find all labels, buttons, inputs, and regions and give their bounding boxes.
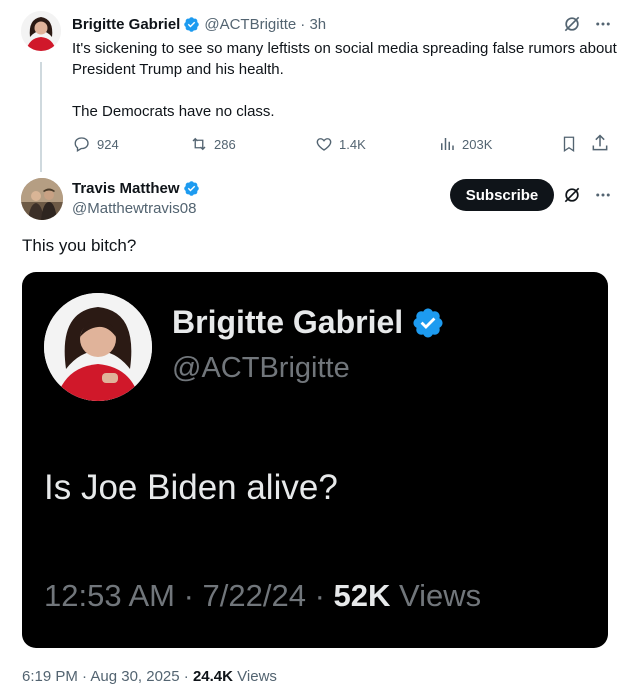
post-time[interactable]: · 3h (300, 16, 326, 33)
author-handle[interactable]: @ACTBrigitte (204, 16, 296, 33)
embedded-image[interactable]: Brigitte Gabriel @ACTBrigitte Is Joe Bid… (22, 272, 608, 648)
author-name[interactable]: Brigitte Gabriel (72, 16, 180, 33)
repost-count: 286 (214, 136, 236, 152)
reply-author-row: Travis Matthew (72, 180, 204, 197)
embedded-author-handle: @ACTBrigitte (172, 352, 350, 384)
embedded-author-name: Brigitte Gabriel (172, 304, 404, 340)
embedded-tweet-meta: 12:53 AM · 7/22/24 · 52K Views (44, 578, 481, 614)
parent-top-icons (562, 14, 612, 34)
embedded-author-row: Brigitte Gabriel (172, 304, 445, 341)
reply-top-icons (562, 185, 612, 205)
verified-badge-icon (184, 17, 200, 32)
like-count: 1.4K (339, 136, 366, 152)
embedded-views-label: Views (399, 578, 482, 613)
reply-views-label: Views (237, 668, 277, 685)
views-count: 203K (462, 136, 493, 152)
subscribe-button[interactable]: Subscribe (450, 179, 554, 211)
views-icon (441, 138, 454, 150)
reply-timestamp-row: 6:19 PM · Aug 30, 2025 · 24.4K Views (22, 668, 277, 685)
tweet-paragraph: The Democrats have no class. (72, 103, 275, 120)
grok-icon[interactable] (562, 14, 582, 34)
thread-line (40, 62, 42, 172)
grok-icon[interactable] (562, 185, 582, 205)
reply-icon (74, 137, 89, 152)
repost-action[interactable]: 286 (190, 134, 236, 154)
share-icon[interactable] (590, 133, 610, 153)
reply-action[interactable]: 924 (73, 134, 119, 154)
reply-timestamp[interactable]: 6:19 PM · Aug 30, 2025 · (22, 668, 193, 685)
author-name[interactable]: Travis Matthew (72, 180, 180, 197)
author-handle[interactable]: @Matthewtravis08 (72, 200, 196, 217)
parent-tweet-text: It's sickening to see so many leftists o… (72, 38, 617, 143)
reply-tweet-text: This you bitch? (22, 236, 137, 255)
like-icon (316, 138, 332, 151)
avatar[interactable] (21, 11, 61, 51)
embedded-tweet-text: Is Joe Biden alive? (44, 468, 338, 507)
more-icon[interactable] (594, 186, 612, 204)
like-action[interactable]: 1.4K (315, 134, 366, 154)
more-icon[interactable] (594, 15, 612, 33)
reply-count: 924 (97, 136, 119, 152)
views-action[interactable]: 203K (438, 134, 492, 154)
verified-badge-icon (413, 307, 443, 338)
bookmark-icon[interactable] (560, 134, 578, 154)
repost-icon (192, 137, 206, 151)
embedded-views-count: 52K (333, 578, 391, 613)
tweet-paragraph: It's sickening to see so many leftists o… (72, 40, 617, 78)
avatar (44, 293, 152, 401)
embedded-timestamp: 12:53 AM · 7/22/24 · (44, 578, 334, 613)
verified-badge-icon (183, 181, 199, 196)
avatar[interactable] (21, 178, 63, 220)
reply-views-count: 24.4K (192, 668, 233, 685)
parent-author-row: Brigitte Gabriel @ACTBrigitte · 3h (72, 16, 326, 33)
